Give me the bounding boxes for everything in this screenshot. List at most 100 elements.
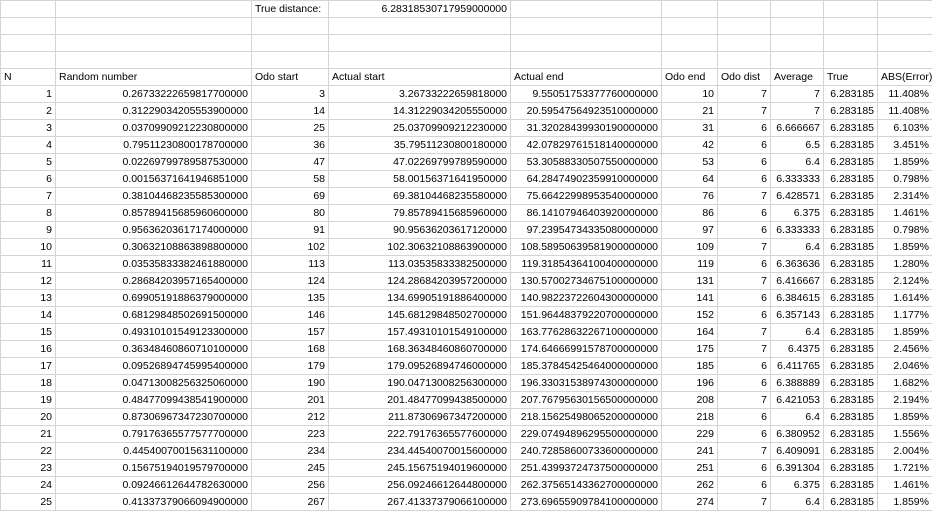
cell-true[interactable]: 6.283185 xyxy=(824,374,878,391)
cell-actual-end[interactable]: 207.76795630156500000000 xyxy=(511,391,662,408)
cell-n[interactable]: 13 xyxy=(1,289,56,306)
cell-n[interactable]: 1 xyxy=(1,85,56,102)
cell-actual-start[interactable]: 145.68129848502700000 xyxy=(329,306,511,323)
cell-abs-error[interactable]: 1.859% xyxy=(878,493,932,510)
cell-abs-error[interactable]: 11.408% xyxy=(878,85,932,102)
cell[interactable] xyxy=(824,51,878,68)
cell-odo-dist[interactable]: 6 xyxy=(718,221,771,238)
cell-actual-start[interactable]: 3.26733222659818000 xyxy=(329,85,511,102)
cell-odo-dist[interactable]: 6 xyxy=(718,289,771,306)
cell-odo-end[interactable]: 86 xyxy=(662,204,718,221)
header-odo-dist[interactable]: Odo dist xyxy=(718,68,771,85)
cell-odo-end[interactable]: 10 xyxy=(662,85,718,102)
cell-average[interactable]: 6.666667 xyxy=(771,119,824,136)
cell-odo-end[interactable]: 31 xyxy=(662,119,718,136)
cell-actual-start[interactable]: 157.49310101549100000 xyxy=(329,323,511,340)
cell-actual-end[interactable]: 185.37845425464000000000 xyxy=(511,357,662,374)
cell[interactable] xyxy=(1,51,56,68)
cell-n[interactable]: 22 xyxy=(1,442,56,459)
cell-actual-start[interactable]: 134.69905191886400000 xyxy=(329,289,511,306)
cell-n[interactable]: 14 xyxy=(1,306,56,323)
cell-average[interactable]: 6.4 xyxy=(771,323,824,340)
cell[interactable] xyxy=(824,1,878,18)
cell[interactable] xyxy=(56,51,252,68)
cell-average[interactable]: 6.375 xyxy=(771,204,824,221)
cell[interactable] xyxy=(329,18,511,35)
cell-n[interactable]: 2 xyxy=(1,102,56,119)
cell-odo-start[interactable]: 80 xyxy=(252,204,329,221)
cell-odo-dist[interactable]: 7 xyxy=(718,493,771,510)
cell[interactable] xyxy=(771,34,824,51)
cell[interactable] xyxy=(718,51,771,68)
cell-average[interactable]: 6.384615 xyxy=(771,289,824,306)
cell-actual-end[interactable]: 130.57002734675100000000 xyxy=(511,272,662,289)
cell-n[interactable]: 12 xyxy=(1,272,56,289)
cell-n[interactable]: 16 xyxy=(1,340,56,357)
cell-average[interactable]: 6.4375 xyxy=(771,340,824,357)
cell-actual-end[interactable]: 151.96448379220700000000 xyxy=(511,306,662,323)
cell-odo-dist[interactable]: 6 xyxy=(718,136,771,153)
cell-average[interactable]: 6.4 xyxy=(771,493,824,510)
cell-average[interactable]: 6.4 xyxy=(771,408,824,425)
cell-actual-end[interactable]: 251.43993724737500000000 xyxy=(511,459,662,476)
cell-actual-end[interactable]: 163.77628632267100000000 xyxy=(511,323,662,340)
cell-actual-start[interactable]: 113.03535833382500000 xyxy=(329,255,511,272)
cell[interactable] xyxy=(878,34,932,51)
cell-random-number[interactable]: 0.87306967347230700000 xyxy=(56,408,252,425)
cell-actual-start[interactable]: 69.38104468235580000 xyxy=(329,187,511,204)
cell[interactable] xyxy=(662,51,718,68)
cell-odo-end[interactable]: 251 xyxy=(662,459,718,476)
cell-abs-error[interactable]: 1.280% xyxy=(878,255,932,272)
cell-odo-end[interactable]: 76 xyxy=(662,187,718,204)
cell-random-number[interactable]: 0.26733222659817700000 xyxy=(56,85,252,102)
cell-average[interactable]: 7 xyxy=(771,85,824,102)
cell-actual-start[interactable]: 102.30632108863900000 xyxy=(329,238,511,255)
cell-odo-start[interactable]: 25 xyxy=(252,119,329,136)
cell-abs-error[interactable]: 1.614% xyxy=(878,289,932,306)
cell-average[interactable]: 6.380952 xyxy=(771,425,824,442)
cell-random-number[interactable]: 0.79511230800178700000 xyxy=(56,136,252,153)
cell-odo-dist[interactable]: 6 xyxy=(718,170,771,187)
cell-odo-end[interactable]: 274 xyxy=(662,493,718,510)
cell-actual-end[interactable]: 196.33031538974300000000 xyxy=(511,374,662,391)
cell-actual-start[interactable]: 222.79176365577600000 xyxy=(329,425,511,442)
cell-true[interactable]: 6.283185 xyxy=(824,153,878,170)
cell[interactable] xyxy=(824,18,878,35)
cell-n[interactable]: 20 xyxy=(1,408,56,425)
cell-average[interactable]: 6.388889 xyxy=(771,374,824,391)
cell-true[interactable]: 6.283185 xyxy=(824,323,878,340)
cell-actual-start[interactable]: 25.03709909212230000 xyxy=(329,119,511,136)
cell-actual-end[interactable]: 218.15625498065200000000 xyxy=(511,408,662,425)
cell-random-number[interactable]: 0.49310101549123300000 xyxy=(56,323,252,340)
cell-true[interactable]: 6.283185 xyxy=(824,221,878,238)
cell-actual-start[interactable]: 245.15675194019600000 xyxy=(329,459,511,476)
cell-true[interactable]: 6.283185 xyxy=(824,340,878,357)
cell-true[interactable]: 6.283185 xyxy=(824,136,878,153)
cell-odo-end[interactable]: 152 xyxy=(662,306,718,323)
cell-random-number[interactable]: 0.03535833382461880000 xyxy=(56,255,252,272)
cell-odo-end[interactable]: 21 xyxy=(662,102,718,119)
cell-n[interactable]: 15 xyxy=(1,323,56,340)
cell-odo-start[interactable]: 3 xyxy=(252,85,329,102)
cell-odo-dist[interactable]: 7 xyxy=(718,391,771,408)
cell-random-number[interactable]: 0.41337379066094900000 xyxy=(56,493,252,510)
cell[interactable] xyxy=(771,18,824,35)
cell-n[interactable]: 3 xyxy=(1,119,56,136)
cell-abs-error[interactable]: 1.682% xyxy=(878,374,932,391)
cell-odo-end[interactable]: 42 xyxy=(662,136,718,153)
cell-odo-start[interactable]: 14 xyxy=(252,102,329,119)
cell-abs-error[interactable]: 1.556% xyxy=(878,425,932,442)
cell-actual-end[interactable]: 108.58950639581900000000 xyxy=(511,238,662,255)
cell-random-number[interactable]: 0.36348460860710100000 xyxy=(56,340,252,357)
cell-odo-dist[interactable]: 6 xyxy=(718,255,771,272)
cell-actual-end[interactable]: 273.69655909784100000000 xyxy=(511,493,662,510)
cell-abs-error[interactable]: 1.859% xyxy=(878,323,932,340)
cell-abs-error[interactable]: 1.859% xyxy=(878,238,932,255)
cell-average[interactable]: 6.5 xyxy=(771,136,824,153)
cell-average[interactable]: 6.409091 xyxy=(771,442,824,459)
cell-odo-dist[interactable]: 6 xyxy=(718,425,771,442)
cell[interactable] xyxy=(878,18,932,35)
cell-actual-end[interactable]: 229.07494896295500000000 xyxy=(511,425,662,442)
cell[interactable] xyxy=(252,18,329,35)
true-distance-value[interactable]: 6.28318530717959000000 xyxy=(329,1,511,18)
